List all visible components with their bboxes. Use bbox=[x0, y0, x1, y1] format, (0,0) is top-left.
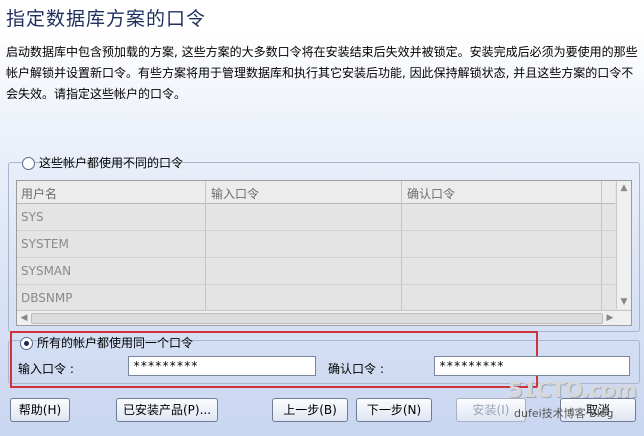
confirm-password-field[interactable]: ********* bbox=[434, 356, 630, 376]
username-cell: SYS bbox=[21, 210, 44, 224]
same-password-label: 所有的帐户都使用同一个口令 bbox=[37, 336, 194, 350]
table-header: 用户名 输入口令 确认口令 bbox=[17, 181, 615, 204]
table-row[interactable]: SYSMAN bbox=[17, 258, 615, 285]
scroll-right-icon[interactable]: ▶ bbox=[603, 312, 617, 324]
confirm-password-label: 确认口令 : bbox=[328, 362, 384, 376]
scrollbar-thumb[interactable] bbox=[31, 313, 603, 324]
different-passwords-option[interactable]: 这些帐户都使用不同的口令 bbox=[22, 154, 183, 171]
different-passwords-radio[interactable] bbox=[22, 157, 35, 170]
page-description: 启动数据库中包含预加载的方案, 这些方案的大多数口令将在安装结束后失效并被锁定。… bbox=[6, 45, 638, 101]
table-vertical-scrollbar[interactable]: ▲ ▼ bbox=[616, 181, 631, 309]
scroll-up-icon[interactable]: ▲ bbox=[617, 182, 631, 194]
different-passwords-label: 这些帐户都使用不同的口令 bbox=[39, 156, 184, 170]
help-button[interactable]: 帮助(H) bbox=[10, 398, 70, 422]
scroll-down-icon[interactable]: ▼ bbox=[617, 296, 631, 308]
username-cell: SYSTEM bbox=[21, 237, 69, 251]
back-button[interactable]: 上一步(B) bbox=[272, 398, 348, 422]
column-header-username: 用户名 bbox=[21, 187, 58, 201]
installed-products-button[interactable]: 已安装产品(P)... bbox=[116, 398, 218, 422]
username-cell: DBSNMP bbox=[21, 291, 73, 305]
watermark-logo: 51CTO.com bbox=[508, 378, 637, 402]
page-title: 指定数据库方案的口令 bbox=[6, 8, 207, 30]
next-button[interactable]: 下一步(N) bbox=[356, 398, 432, 422]
password-field[interactable]: ********* bbox=[128, 356, 316, 376]
same-password-option[interactable]: 所有的帐户都使用同一个口令 bbox=[20, 334, 193, 351]
title-bar: 指定数据库方案的口令 bbox=[0, 0, 644, 34]
table-row[interactable]: SYSTEM bbox=[17, 231, 615, 258]
watermark: 51CTO.com dufei技术博客 Blog bbox=[508, 378, 637, 420]
same-password-radio[interactable] bbox=[20, 337, 33, 350]
column-header-confirm: 确认口令 bbox=[407, 187, 456, 201]
table-row[interactable]: SYS bbox=[17, 204, 615, 231]
table-horizontal-scrollbar[interactable]: ◀ ▶ bbox=[17, 310, 631, 325]
accounts-table: 用户名 输入口令 确认口令 SYS SYSTEM SYSMAN DBSNMP ▲… bbox=[16, 180, 632, 326]
scroll-left-icon[interactable]: ◀ bbox=[17, 312, 31, 324]
column-header-password: 输入口令 bbox=[211, 187, 260, 201]
password-label: 输入口令 : bbox=[18, 362, 74, 376]
username-cell: SYSMAN bbox=[21, 264, 72, 278]
table-row[interactable]: DBSNMP bbox=[17, 285, 615, 312]
watermark-subtitle: dufei技术博客 Blog bbox=[514, 407, 614, 420]
